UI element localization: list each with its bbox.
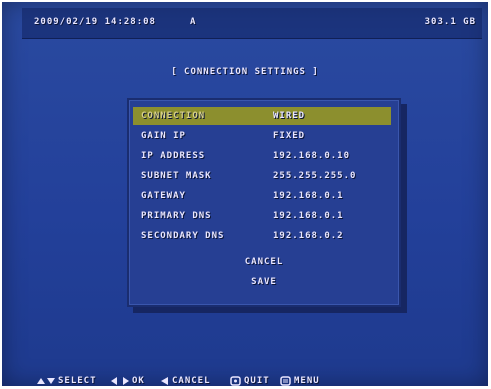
quit-key-icon	[230, 376, 241, 386]
hint-label: QUIT	[244, 376, 270, 386]
save-button[interactable]: SAVE	[129, 277, 399, 287]
hint-label: SELECT	[58, 376, 97, 386]
setting-value: 255.255.255.0	[273, 171, 357, 181]
setting-label: GAIN IP	[141, 131, 186, 141]
settings-panel: CONNECTION WIRED GAIN IP FIXED IP ADDRES…	[127, 98, 401, 307]
menu-hint: MENU	[280, 376, 320, 386]
hint-label: MENU	[294, 376, 320, 386]
quit-hint: QUIT	[230, 376, 270, 386]
menu-key-icon	[280, 376, 291, 386]
key-hints-bar: SELECT OK CANCEL QUIT MENU	[22, 374, 482, 388]
setting-label: GATEWAY	[141, 191, 186, 201]
cancel-hint: CANCEL	[160, 376, 211, 386]
select-hint: SELECT	[36, 376, 97, 386]
cancel-button[interactable]: CANCEL	[129, 257, 399, 267]
setting-value: 192.168.0.1	[273, 191, 344, 201]
page-title: [ CONNECTION SETTINGS ]	[171, 67, 319, 77]
storage-capacity: 303.1 GB	[424, 17, 476, 27]
connection-row[interactable]: CONNECTION WIRED	[133, 107, 391, 125]
ok-hint: OK	[110, 376, 145, 386]
primary-dns-row[interactable]: PRIMARY DNS 192.168.0.1	[133, 207, 391, 225]
setting-label: SUBNET MASK	[141, 171, 212, 181]
setting-label: SECONDARY DNS	[141, 231, 225, 241]
setting-value: 192.168.0.1	[273, 211, 344, 221]
setting-value: 192.168.0.10	[273, 151, 351, 161]
setting-value: FIXED	[273, 131, 306, 141]
status-bar: 2009/02/19 14:28:08 A 303.1 GB	[22, 8, 482, 39]
left-arrow-icon	[161, 377, 168, 385]
setting-label: CONNECTION	[141, 111, 206, 121]
setting-label: PRIMARY DNS	[141, 211, 212, 221]
datetime: 2009/02/19 14:28:08	[34, 17, 156, 27]
hint-label: OK	[132, 376, 145, 386]
hint-label: CANCEL	[172, 376, 211, 386]
setting-label: IP ADDRESS	[141, 151, 206, 161]
gain-ip-row[interactable]: GAIN IP FIXED	[133, 127, 391, 145]
subnet-mask-row[interactable]: SUBNET MASK 255.255.255.0	[133, 167, 391, 185]
secondary-dns-row[interactable]: SECONDARY DNS 192.168.0.2	[133, 227, 391, 245]
setting-value: 192.168.0.2	[273, 231, 344, 241]
dvr-screen: 2009/02/19 14:28:08 A 303.1 GB [ CONNECT…	[2, 2, 488, 386]
gateway-row[interactable]: GATEWAY 192.168.0.1	[133, 187, 391, 205]
mode-indicator: A	[190, 17, 197, 27]
setting-value: WIRED	[273, 111, 306, 121]
up-down-arrows-icon	[37, 378, 55, 384]
ip-address-row[interactable]: IP ADDRESS 192.168.0.10	[133, 147, 391, 165]
left-right-arrows-icon	[111, 377, 129, 385]
